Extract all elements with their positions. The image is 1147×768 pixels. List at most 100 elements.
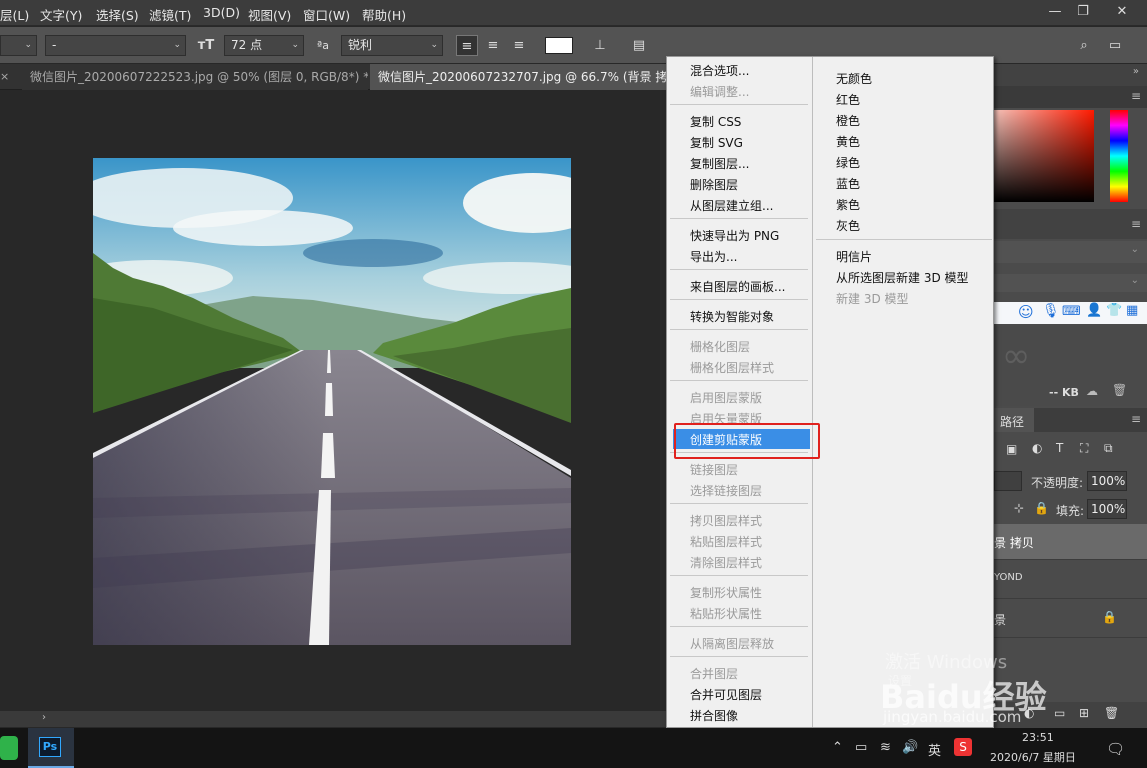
close-icon[interactable]: × xyxy=(0,70,9,83)
menu-item-quick-export-png[interactable]: 快速导出为 PNG xyxy=(690,227,779,244)
menu-item-link-layers[interactable]: 链接图层 xyxy=(690,461,738,478)
chevron-up-icon[interactable]: ⌃ xyxy=(832,740,843,755)
menu-item-export-as[interactable]: 导出为... xyxy=(690,248,737,265)
menu-window[interactable]: 窗口(W) xyxy=(303,5,350,24)
new-layer-icon[interactable]: ⊞ xyxy=(1079,706,1089,720)
search-icon[interactable]: ⌕ xyxy=(1073,35,1095,56)
panel-menu-icon[interactable]: ≡ xyxy=(1131,217,1141,231)
align-right-icon[interactable]: ≡ xyxy=(508,35,530,56)
panel-menu-icon[interactable]: ≡ xyxy=(1131,412,1141,426)
antialias-select[interactable]: 锐利 ⌄ xyxy=(341,35,443,56)
text-color-swatch[interactable] xyxy=(545,37,573,54)
volume-icon[interactable]: 🔊 xyxy=(902,740,918,755)
photoshop-taskbar-button[interactable]: Ps xyxy=(28,728,74,768)
font-style-select[interactable]: - ⌄ xyxy=(45,35,186,56)
menu-3d[interactable]: 3D(D) xyxy=(203,5,240,20)
menu-item-flatten-image[interactable]: 拼合图像 xyxy=(690,707,738,724)
chevron-down-icon[interactable]: ⌄ xyxy=(1131,244,1139,255)
menu-item-convert-smart-object[interactable]: 转换为智能对象 xyxy=(690,308,774,325)
adjustment-filter-icon[interactable]: ◐ xyxy=(1032,441,1042,455)
align-left-icon[interactable]: ≡ xyxy=(456,35,478,56)
group-icon[interactable]: ▭ xyxy=(1054,706,1065,720)
cloud-icon[interactable]: ☁ xyxy=(1086,384,1098,398)
wifi-icon[interactable]: ≋ xyxy=(880,740,891,755)
menu-view[interactable]: 视图(V) xyxy=(248,5,291,24)
lock-icon[interactable]: 🔒 xyxy=(1034,501,1049,515)
battery-icon[interactable]: ▭ xyxy=(855,740,867,755)
tab-document-2[interactable]: 微信图片_20200607232707.jpg @ 66.7% (背景 拷贝 xyxy=(370,64,670,90)
menu-item-merge-visible[interactable]: 合并可见图层 xyxy=(690,686,762,703)
color-field[interactable] xyxy=(994,110,1094,202)
tab-paths[interactable]: 路径 xyxy=(1000,413,1024,430)
warp-text-icon[interactable]: ⊥ xyxy=(589,35,611,56)
layer-row[interactable]: YOND xyxy=(994,561,1147,599)
character-panel-icon[interactable]: ▤ xyxy=(628,35,650,56)
notification-icon[interactable]: 🗨 xyxy=(1106,740,1125,758)
collapse-icon[interactable]: » xyxy=(1133,66,1139,77)
menu-item-artboard-from-layers[interactable]: 来自图层的画板... xyxy=(690,278,785,295)
font-size-select[interactable]: 72 点 ⌄ xyxy=(224,35,304,56)
panel-menu-icon[interactable]: ≡ xyxy=(1131,89,1141,103)
trash-icon[interactable]: 🗑 xyxy=(1112,383,1127,397)
opacity-input[interactable]: 100% xyxy=(1087,471,1127,491)
menu-item-blending-options[interactable]: 混合选项... xyxy=(690,62,749,79)
menu-item-release-from-isolation[interactable]: 从隔离图层释放 xyxy=(690,635,774,652)
menu-layer[interactable]: 层(L) xyxy=(0,5,29,24)
microphone-icon[interactable]: 🎙 xyxy=(1042,303,1060,319)
menu-item-green[interactable]: 绿色 xyxy=(836,154,860,171)
menu-item-copy-layer-style[interactable]: 拷贝图层样式 xyxy=(690,512,762,529)
menu-item-enable-layer-mask[interactable]: 启用图层蒙版 xyxy=(690,389,762,406)
ime-language[interactable]: 英 xyxy=(928,740,941,759)
menu-item-edit-adjustment[interactable]: 编辑调整... xyxy=(690,83,749,100)
menu-item-new-3d-from-layer[interactable]: 从所选图层新建 3D 模型 xyxy=(836,269,969,286)
clock-date[interactable]: 2020/6/7 星期日 xyxy=(990,749,1076,765)
menu-item-yellow[interactable]: 黄色 xyxy=(836,133,860,150)
tab-document-1[interactable]: 微信图片_20200607222523.jpg @ 50% (图层 0, RGB… xyxy=(22,64,368,90)
menu-item-clear-layer-style[interactable]: 清除图层样式 xyxy=(690,554,762,571)
keyboard-icon[interactable]: ⌨ xyxy=(1062,304,1081,319)
menu-item-blue[interactable]: 蓝色 xyxy=(836,175,860,192)
restore-icon[interactable]: ❐ xyxy=(1068,3,1098,21)
menu-item-red[interactable]: 红色 xyxy=(836,91,860,108)
type-filter-icon[interactable]: T xyxy=(1056,441,1063,455)
close-icon[interactable]: ✕ xyxy=(1100,3,1144,21)
layer-row[interactable]: 景 🔒 xyxy=(994,600,1147,638)
grid-icon[interactable]: ▦ xyxy=(1126,303,1138,318)
hue-slider[interactable] xyxy=(1110,110,1128,202)
menu-help[interactable]: 帮助(H) xyxy=(362,5,406,24)
menu-item-duplicate-layer[interactable]: 复制图层... xyxy=(690,155,749,172)
minimize-icon[interactable]: — xyxy=(1040,3,1070,21)
menu-item-gray[interactable]: 灰色 xyxy=(836,217,860,234)
trash-icon[interactable]: 🗑 xyxy=(1104,706,1119,720)
menu-filter[interactable]: 滤镜(T) xyxy=(149,5,191,24)
shape-filter-icon[interactable]: ⛶ xyxy=(1080,441,1088,456)
menu-item-postcard[interactable]: 明信片 xyxy=(836,248,872,265)
menu-item-group-from-layers[interactable]: 从图层建立组... xyxy=(690,197,773,214)
menu-item-delete-layer[interactable]: 删除图层 xyxy=(690,176,738,193)
menu-type[interactable]: 文字(Y) xyxy=(40,5,82,24)
menu-item-new-3d-model[interactable]: 新建 3D 模型 xyxy=(836,290,909,307)
wechat-icon[interactable] xyxy=(0,736,18,760)
image-filter-icon[interactable]: ▣ xyxy=(1006,442,1017,456)
menu-select[interactable]: 选择(S) xyxy=(96,5,139,24)
chevron-right-icon[interactable]: › xyxy=(42,712,46,723)
menu-item-paste-layer-style[interactable]: 粘贴图层样式 xyxy=(690,533,762,550)
fill-input[interactable]: 100% xyxy=(1087,499,1127,519)
layer-row[interactable]: 景 拷贝 xyxy=(994,524,1147,560)
menu-item-paste-shape-attributes[interactable]: 粘贴形状属性 xyxy=(690,605,762,622)
smile-icon[interactable]: ☺ xyxy=(1018,303,1034,321)
menu-item-select-linked-layers[interactable]: 选择链接图层 xyxy=(690,482,762,499)
lock-position-icon[interactable]: ⊹ xyxy=(1014,501,1024,515)
menu-item-copy-css[interactable]: 复制 CSS xyxy=(690,113,741,130)
menu-item-rasterize-layer[interactable]: 栅格化图层 xyxy=(690,338,750,355)
menu-item-violet[interactable]: 紫色 xyxy=(836,196,860,213)
font-family-select[interactable]: ⌄ xyxy=(0,35,37,56)
smart-object-filter-icon[interactable]: ⧉ xyxy=(1104,441,1113,456)
clock-time[interactable]: 23:51 xyxy=(1022,731,1054,744)
user-icon[interactable]: 👤 xyxy=(1086,303,1102,318)
shirt-icon[interactable]: 👕 xyxy=(1106,303,1122,318)
menu-item-orange[interactable]: 橙色 xyxy=(836,112,860,129)
menu-item-copy-shape-attributes[interactable]: 复制形状属性 xyxy=(690,584,762,601)
menu-item-no-color[interactable]: 无颜色 xyxy=(836,70,872,87)
blend-mode-select[interactable] xyxy=(994,471,1022,491)
